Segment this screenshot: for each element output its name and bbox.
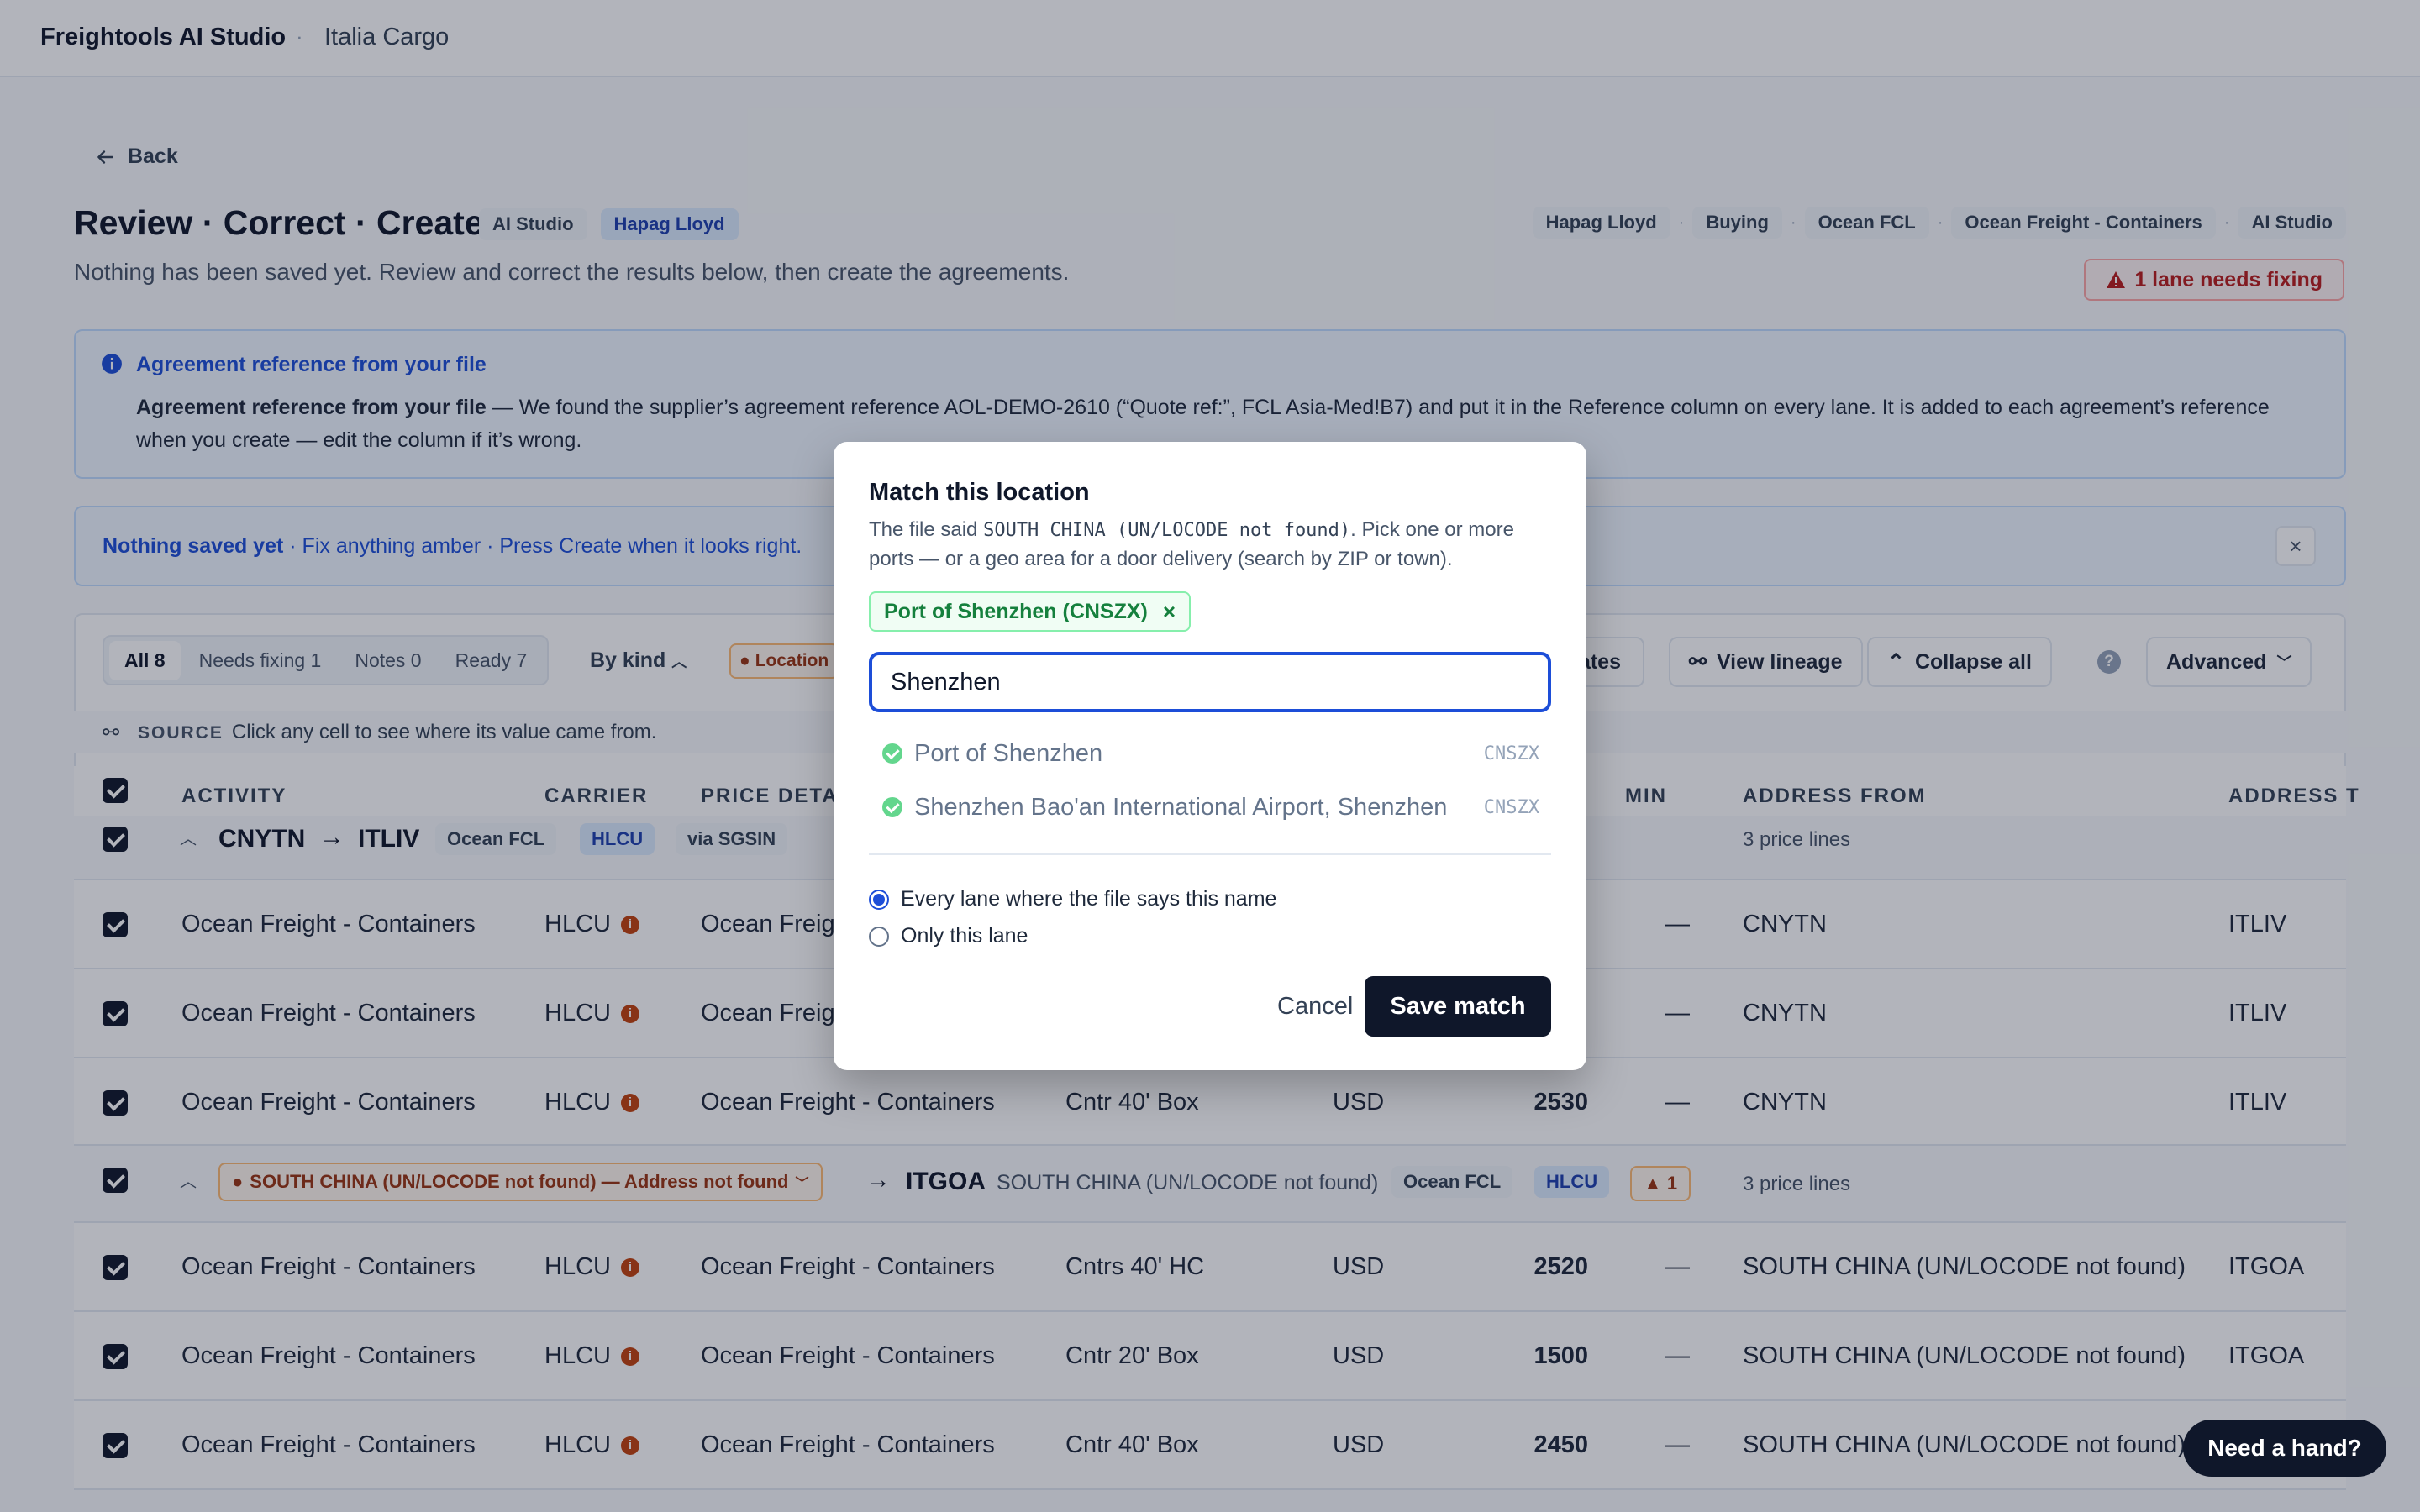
scope-option-every-lane[interactable]: Every lane where the file says this name [869, 887, 1276, 911]
option-code: CNSZX [1483, 743, 1539, 764]
close-icon[interactable]: × [1163, 599, 1176, 625]
option-name: Port of Shenzhen [914, 739, 1103, 767]
cancel-button[interactable]: Cancel [1277, 993, 1353, 1021]
radio-unselected[interactable] [869, 926, 889, 947]
desc-pre: The file said [869, 518, 984, 541]
location-option[interactable]: Port of Shenzhen CNSZX [869, 727, 1551, 780]
scope-label: Every lane where the file says this name [901, 887, 1277, 911]
location-option[interactable]: Shenzhen Bao'an International Airport, S… [869, 781, 1551, 833]
dialog-title: Match this location [869, 479, 1090, 506]
need-a-hand-button[interactable]: Need a hand? [2183, 1420, 2386, 1477]
dialog-divider [869, 853, 1551, 855]
selected-location-chip: Port of Shenzhen (CNSZX) × [869, 591, 1192, 632]
option-name: Shenzhen Bao'an International Airport, S… [914, 793, 1448, 821]
option-code: CNSZX [1483, 796, 1539, 818]
save-match-button[interactable]: Save match [1365, 976, 1551, 1037]
dialog-description: The file said SOUTH CHINA (UN/LOCODE not… [869, 516, 1558, 574]
desc-code: SOUTH CHINA (UN/LOCODE not found) [983, 520, 1351, 541]
radio-selected[interactable] [869, 889, 889, 910]
location-search-input[interactable] [869, 652, 1551, 712]
scope-option-this-lane[interactable]: Only this lane [869, 924, 1028, 948]
check-circle-icon [882, 743, 902, 764]
chip-label: Port of Shenzhen (CNSZX) [884, 599, 1148, 623]
check-circle-icon [882, 797, 902, 817]
scope-label: Only this lane [901, 924, 1028, 948]
